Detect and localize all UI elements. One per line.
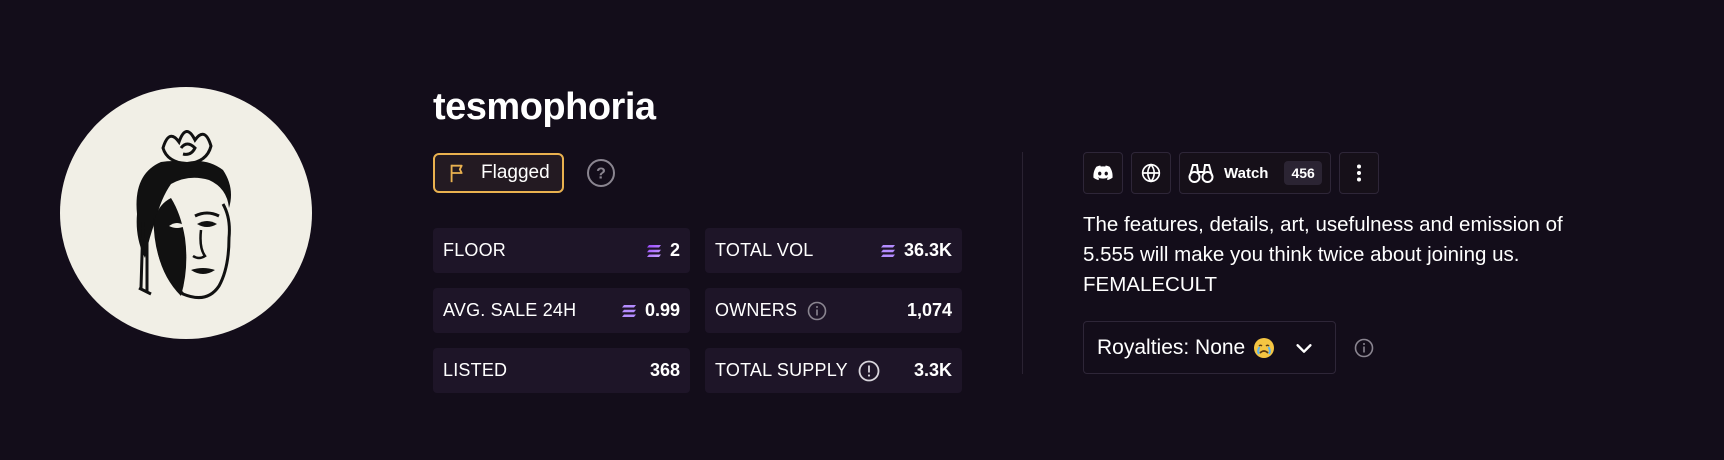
- stat-owners-label-wrap: OWNERS: [715, 300, 827, 321]
- collection-description: The features, details, art, usefulness a…: [1083, 213, 1563, 296]
- stat-avg-sale-value: 0.99: [644, 300, 680, 320]
- flag-icon: [450, 164, 463, 183]
- binoculars-icon: [1188, 164, 1214, 183]
- collection-title: tesmophoria: [433, 86, 656, 128]
- action-bar: Watch 456: [1083, 152, 1379, 194]
- stat-total-supply-value: 3.3K: [913, 360, 952, 380]
- question-circle-icon[interactable]: ?: [586, 158, 616, 188]
- flagged-button[interactable]: Flagged: [433, 153, 564, 193]
- royalties-info-icon[interactable]: [1354, 338, 1374, 358]
- flag-row: Flagged ?: [433, 153, 616, 193]
- discord-icon: [1093, 165, 1113, 181]
- female-face-crown-icon: [136, 130, 231, 300]
- watch-button[interactable]: Watch 456: [1179, 152, 1331, 194]
- more-vertical-icon: [1356, 164, 1361, 182]
- info-icon[interactable]: [807, 301, 827, 321]
- stat-listed-label: LISTED: [443, 360, 508, 380]
- website-button[interactable]: [1131, 152, 1171, 194]
- stat-floor-label: FLOOR: [443, 240, 507, 260]
- more-options-button[interactable]: [1338, 152, 1379, 194]
- solana-icon: [880, 244, 895, 257]
- watch-label: Watch: [1224, 164, 1269, 182]
- stat-total-supply: TOTAL SUPPLY 3.3K: [705, 348, 962, 393]
- collection-avatar: [60, 87, 312, 339]
- stat-total-vol: TOTAL VOL 36.3K: [705, 228, 962, 273]
- stat-total-supply-label: TOTAL SUPPLY: [715, 360, 848, 380]
- chevron-down-icon: [1296, 343, 1312, 353]
- stat-total-vol-label: TOTAL VOL: [715, 240, 814, 260]
- alert-circle-icon[interactable]: [858, 360, 880, 382]
- stat-avg-sale: AVG. SALE 24H 0.99: [433, 288, 690, 333]
- stat-owners-label: OWNERS: [715, 300, 798, 320]
- stat-listed-value: 368: [649, 360, 680, 380]
- stat-floor: FLOOR 2: [433, 228, 690, 273]
- collection-header: tesmophoria Flagged ? FLOOR 2 TOTAL VOL …: [0, 0, 1724, 460]
- solana-icon: [646, 244, 661, 257]
- solana-icon: [621, 304, 636, 317]
- watch-count: 456: [1284, 161, 1322, 185]
- stat-owners-value: 1,074: [906, 300, 952, 320]
- crying-face-emoji: [1254, 337, 1275, 358]
- svg-text:?: ?: [596, 166, 606, 183]
- stat-total-supply-label-wrap: TOTAL SUPPLY: [715, 360, 880, 382]
- vertical-divider: [1022, 152, 1023, 374]
- stat-total-vol-value-wrap: 36.3K: [880, 240, 952, 261]
- globe-icon: [1141, 163, 1161, 183]
- stat-avg-sale-value-wrap: 0.99: [621, 300, 680, 321]
- stat-floor-value: 2: [669, 240, 680, 260]
- stat-listed: LISTED 368: [433, 348, 690, 393]
- stat-avg-sale-label: AVG. SALE 24H: [443, 300, 577, 320]
- flagged-label: Flagged: [481, 162, 550, 183]
- stat-total-vol-value: 36.3K: [903, 240, 952, 260]
- discord-button[interactable]: [1083, 152, 1123, 194]
- stat-floor-value-wrap: 2: [646, 240, 680, 261]
- stat-owners: OWNERS 1,074: [705, 288, 962, 333]
- royalty-row: Royalties: None: [1083, 321, 1374, 374]
- royalties-label: Royalties: None: [1097, 335, 1246, 359]
- royalties-dropdown[interactable]: Royalties: None: [1083, 321, 1337, 374]
